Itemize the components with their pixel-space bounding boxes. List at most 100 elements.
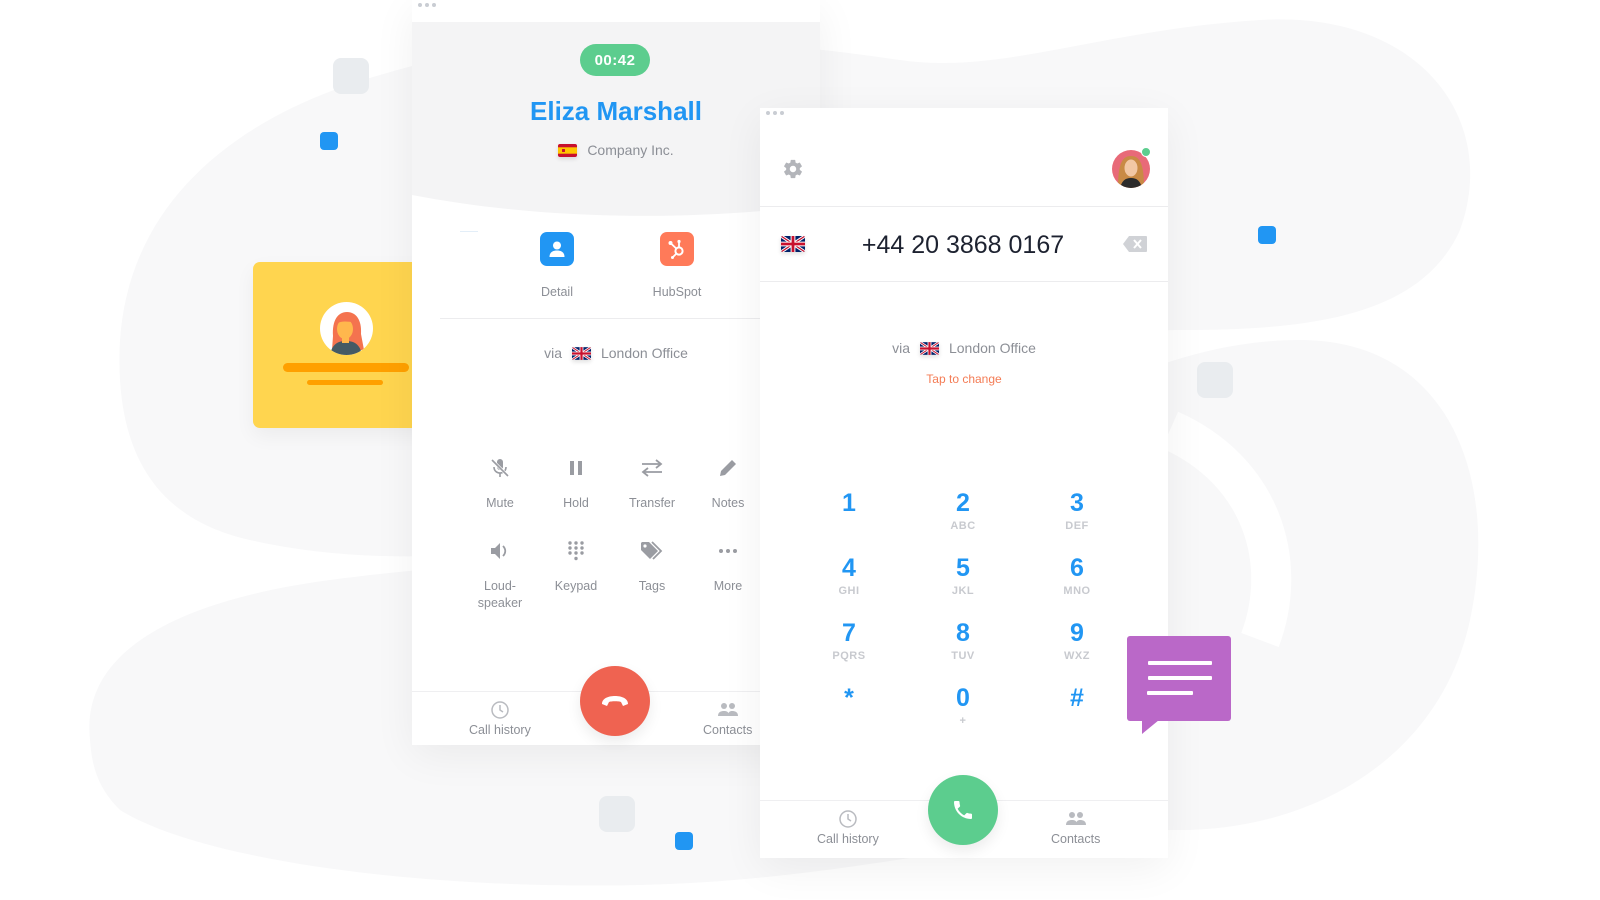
decorative-square	[599, 796, 635, 832]
presence-indicator	[1141, 147, 1151, 157]
tags-button[interactable]: Tags	[614, 538, 690, 612]
tap-to-change-link[interactable]: Tap to change	[760, 372, 1168, 386]
number-row	[760, 206, 1168, 282]
nav-call-history[interactable]: Call history	[817, 809, 879, 846]
key-digit: 4	[842, 554, 856, 582]
keypad-button[interactable]: Keypad	[538, 538, 614, 612]
backspace-icon	[1123, 236, 1147, 252]
via-office: London Office	[948, 340, 1036, 356]
hold-button[interactable]: Hold	[538, 455, 614, 512]
uk-flag-icon	[571, 346, 591, 360]
phone-icon	[954, 801, 972, 819]
dialer-panel: via London Office Tap to change 1 2 ABC 3 DE…	[760, 108, 1168, 858]
settings-button[interactable]	[782, 158, 804, 185]
key-letters: JKL	[951, 585, 975, 597]
nav-contacts[interactable]: Contacts	[703, 700, 752, 737]
nav-label: Call history	[817, 832, 879, 846]
decorative-square	[1197, 362, 1233, 398]
call-timer: 00:42	[580, 44, 650, 76]
loudspeaker-button[interactable]: Loud- speaker	[462, 538, 538, 612]
placeholder-line	[283, 363, 409, 372]
key-4[interactable]: 4 GHI	[792, 553, 906, 604]
window-dots[interactable]	[418, 3, 436, 7]
decorative-square	[675, 832, 693, 850]
call-actions-grid: Mute Hold Transfer Notes Loud- speaker K…	[462, 455, 772, 612]
key-digit: #	[1070, 684, 1084, 712]
key-9[interactable]: 9 WXZ	[1020, 618, 1134, 669]
speaker-icon	[487, 538, 513, 564]
key-3[interactable]: 3 DEF	[1020, 488, 1134, 539]
contact-name[interactable]: Eliza Marshall	[412, 96, 820, 127]
key-letters: PQRS	[832, 650, 866, 662]
placeholder-line	[307, 380, 383, 385]
key-digit: 6	[1070, 554, 1084, 582]
hang-up-icon	[602, 696, 628, 706]
uk-flag-icon	[919, 341, 939, 355]
via-line: via London Office	[412, 345, 820, 361]
chat-line	[1148, 676, 1212, 680]
backspace-button[interactable]	[1122, 235, 1148, 258]
in-call-panel: 00:42 Eliza Marshall Company Inc. Detail…	[412, 0, 820, 745]
key-star[interactable]: *	[792, 683, 906, 734]
via-label: via	[892, 340, 910, 356]
nav-label: Call history	[469, 723, 531, 737]
hang-up-button[interactable]	[580, 666, 650, 736]
decorative-square	[333, 58, 369, 94]
integration-label: Detail	[541, 285, 573, 299]
mute-button[interactable]: Mute	[462, 455, 538, 512]
key-digit: 2	[956, 489, 970, 517]
more-button[interactable]: More	[690, 538, 766, 612]
chat-line	[1148, 661, 1212, 665]
transfer-button[interactable]: Transfer	[614, 455, 690, 512]
pencil-icon	[715, 455, 741, 481]
key-1[interactable]: 1	[792, 488, 906, 539]
key-digit: 0	[956, 684, 970, 712]
nav-contacts[interactable]: Contacts	[1051, 809, 1100, 846]
action-label: Keypad	[554, 579, 598, 593]
pause-icon	[563, 455, 589, 481]
phone-number-input[interactable]	[820, 227, 1106, 263]
action-label: Hold	[563, 496, 589, 510]
key-6[interactable]: 6 MNO	[1020, 553, 1134, 604]
transfer-icon	[639, 455, 665, 481]
key-hash[interactable]: #	[1020, 683, 1134, 734]
action-label: Tags	[638, 579, 666, 593]
key-letters: WXZ	[1064, 650, 1090, 662]
hubspot-icon	[660, 232, 694, 266]
key-2[interactable]: 2 ABC	[906, 488, 1020, 539]
key-0[interactable]: 0 +	[906, 683, 1020, 734]
key-digit: 9	[1070, 619, 1084, 647]
key-8[interactable]: 8 TUV	[906, 618, 1020, 669]
uk-flag-icon[interactable]	[781, 236, 805, 252]
key-7[interactable]: 7 PQRS	[792, 618, 906, 669]
more-icon	[715, 538, 741, 564]
company-line: Company Inc.	[412, 142, 820, 158]
nav-label: Contacts	[1051, 832, 1101, 846]
key-5[interactable]: 5 JKL	[906, 553, 1020, 604]
window-dots[interactable]	[766, 111, 784, 115]
notes-button[interactable]: Notes	[690, 455, 766, 512]
key-letters: DEF	[1065, 520, 1089, 532]
key-digit: 5	[956, 554, 970, 582]
person-avatar-icon	[320, 302, 373, 355]
spain-flag-icon	[558, 143, 578, 157]
keypad: 1 2 ABC 3 DEF 4 GHI 5 JKL 6 MNO 7 PQRS 8 TUV 9 WXZ * 0 + #	[792, 488, 1132, 734]
nav-call-history[interactable]: Call history	[469, 700, 531, 737]
clock-icon	[839, 810, 857, 828]
integration-detail[interactable]: Detail	[522, 232, 592, 299]
key-letters: ABC	[950, 520, 976, 532]
nav-label: Contacts	[703, 723, 753, 737]
chat-line	[1147, 691, 1193, 695]
clock-icon	[491, 701, 509, 719]
integration-hubspot[interactable]: HubSpot	[642, 232, 712, 299]
call-button[interactable]	[928, 775, 998, 845]
keypad-icon	[563, 538, 589, 564]
key-letters: GHI	[838, 585, 860, 597]
key-letters: MNO	[1063, 585, 1091, 597]
action-label: More	[713, 579, 743, 593]
stage: 00:42 Eliza Marshall Company Inc. Detail…	[0, 0, 1600, 900]
chat-bubble-illustration	[1127, 636, 1231, 734]
via-line: via London Office	[760, 340, 1168, 356]
tags-icon	[639, 538, 665, 564]
key-digit: 8	[956, 619, 970, 647]
